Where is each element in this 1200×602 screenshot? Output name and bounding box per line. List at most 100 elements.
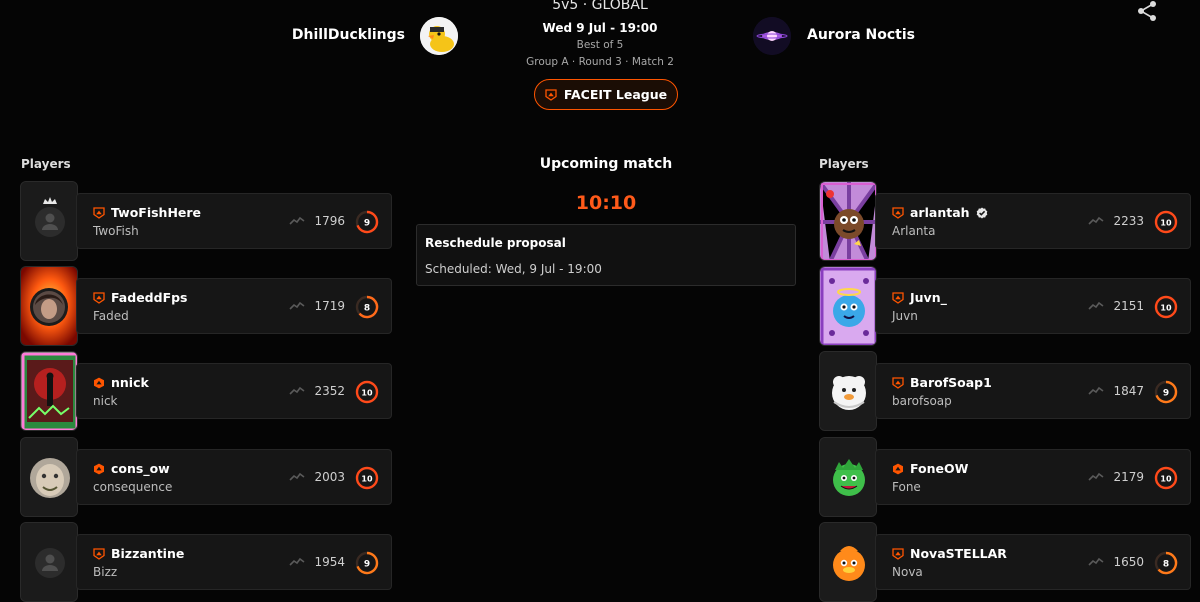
faceit-shield-icon: [892, 292, 904, 304]
player-nickname: Arlanta: [892, 224, 936, 238]
verified-icon: [976, 207, 987, 218]
player-name: FoneOW: [910, 461, 969, 476]
level-icon: 9: [1154, 380, 1178, 404]
player-name: Bizzantine: [111, 546, 185, 561]
player-nickname: barofsoap: [892, 394, 952, 408]
player-name: cons_ow: [111, 461, 170, 476]
player-elo: 2003: [314, 470, 345, 484]
faceit-shield-icon: [892, 377, 904, 389]
elo-trend-icon: [289, 472, 305, 482]
faceit-shield-icon: [892, 548, 904, 560]
player-avatar[interactable]: [20, 351, 78, 431]
player-card[interactable]: nnick nick 2352 10: [76, 363, 392, 419]
best-of: Best of 5: [576, 39, 624, 51]
player-name: BarofSoap1: [910, 375, 992, 390]
elo-trend-icon: [289, 216, 305, 226]
faceit-shield-icon: [93, 548, 105, 560]
match-date: Wed 9 Jul - 19:00: [542, 21, 658, 35]
level-icon: 10: [1154, 295, 1178, 319]
faceit-hex-icon: [892, 463, 904, 475]
player-nickname: nick: [93, 394, 118, 408]
player-card[interactable]: NovaSTELLAR Nova 1650 8: [875, 534, 1191, 590]
group-round-match: Group A · Round 3 · Match 2: [526, 56, 674, 68]
player-name: arlantah: [910, 205, 970, 220]
level-number: 9: [364, 219, 370, 229]
player-elo: 2352: [314, 384, 345, 398]
player-elo: 1847: [1113, 384, 1144, 398]
player-avatar[interactable]: [819, 351, 877, 431]
player-avatar[interactable]: [20, 437, 78, 517]
faceit-shield-icon: [892, 207, 904, 219]
proposal-scheduled: Scheduled: Wed, 9 Jul - 19:00: [425, 262, 602, 276]
level-number: 9: [364, 560, 370, 570]
proposal-title: Reschedule proposal: [425, 236, 566, 250]
player-card[interactable]: FoneOW Fone 2179 10: [875, 449, 1191, 505]
player-name: NovaSTELLAR: [910, 546, 1007, 561]
player-elo: 2179: [1113, 470, 1144, 484]
team-right-logo[interactable]: [753, 17, 791, 55]
player-avatar[interactable]: [819, 181, 877, 261]
player-elo: 2151: [1113, 299, 1144, 313]
level-number: 8: [364, 304, 370, 314]
player-nickname: TwoFish: [93, 224, 139, 238]
player-name: FadeddFps: [111, 290, 188, 305]
team-left-logo[interactable]: [420, 17, 458, 55]
level-icon: 10: [1154, 210, 1178, 234]
level-icon: 10: [355, 380, 379, 404]
level-number: 10: [1160, 218, 1172, 227]
faceit-shield-icon: [93, 292, 105, 304]
faceit-hex-icon: [93, 463, 105, 475]
player-nickname: Juvn: [892, 309, 918, 323]
player-name: Juvn_: [910, 290, 947, 305]
player-card[interactable]: Juvn_ Juvn 2151 10: [875, 278, 1191, 334]
player-nickname: consequence: [93, 480, 173, 494]
level-number: 10: [361, 388, 373, 397]
player-card[interactable]: cons_ow consequence 2003 10: [76, 449, 392, 505]
elo-trend-icon: [1088, 557, 1104, 567]
player-name: nnick: [111, 375, 149, 390]
level-number: 8: [1163, 560, 1169, 570]
team-left-name[interactable]: DhillDucklings: [292, 27, 405, 43]
player-avatar[interactable]: [819, 437, 877, 517]
reschedule-proposal-card[interactable]: Reschedule proposal Scheduled: Wed, 9 Ju…: [416, 224, 796, 286]
match-mode: 5v5 · GLOBAL: [552, 0, 648, 13]
player-elo: 1954: [314, 555, 345, 569]
player-elo: 1719: [314, 299, 345, 313]
level-icon: 8: [355, 295, 379, 319]
player-card[interactable]: BarofSoap1 barofsoap 1847 9: [875, 363, 1191, 419]
elo-trend-icon: [289, 386, 305, 396]
elo-trend-icon: [289, 557, 305, 567]
player-avatar[interactable]: [819, 522, 877, 602]
level-number: 10: [1160, 474, 1172, 483]
faceit-league-button[interactable]: FACEIT League: [534, 79, 678, 110]
player-avatar[interactable]: [20, 522, 78, 602]
league-label: FACEIT League: [563, 87, 668, 102]
player-card[interactable]: FadeddFps Faded 1719 8: [76, 278, 392, 334]
elo-trend-icon: [1088, 301, 1104, 311]
player-avatar[interactable]: [20, 266, 78, 346]
elo-trend-icon: [289, 301, 305, 311]
player-card[interactable]: arlantah Arlanta 2233 10: [875, 193, 1191, 249]
elo-trend-icon: [1088, 216, 1104, 226]
faceit-hex-icon: [93, 377, 105, 389]
share-icon[interactable]: [1136, 0, 1158, 22]
level-number: 9: [1163, 389, 1169, 399]
player-nickname: Nova: [892, 565, 923, 579]
player-avatar[interactable]: [819, 266, 877, 346]
faceit-shield-icon: [545, 89, 557, 101]
level-icon: 10: [355, 466, 379, 490]
player-card[interactable]: Bizzantine Bizz 1954 9: [76, 534, 392, 590]
level-icon: 9: [355, 551, 379, 575]
player-elo: 2233: [1113, 214, 1144, 228]
right-players-title: Players: [819, 157, 869, 171]
level-icon: 10: [1154, 466, 1178, 490]
level-number: 10: [1160, 303, 1172, 312]
team-right-name[interactable]: Aurora Noctis: [807, 27, 915, 43]
player-nickname: Faded: [93, 309, 129, 323]
player-nickname: Fone: [892, 480, 921, 494]
level-number: 10: [361, 474, 373, 483]
elo-trend-icon: [1088, 472, 1104, 482]
level-icon: 8: [1154, 551, 1178, 575]
player-elo: 1796: [314, 214, 345, 228]
upcoming-match-title: Upcoming match: [539, 156, 673, 172]
